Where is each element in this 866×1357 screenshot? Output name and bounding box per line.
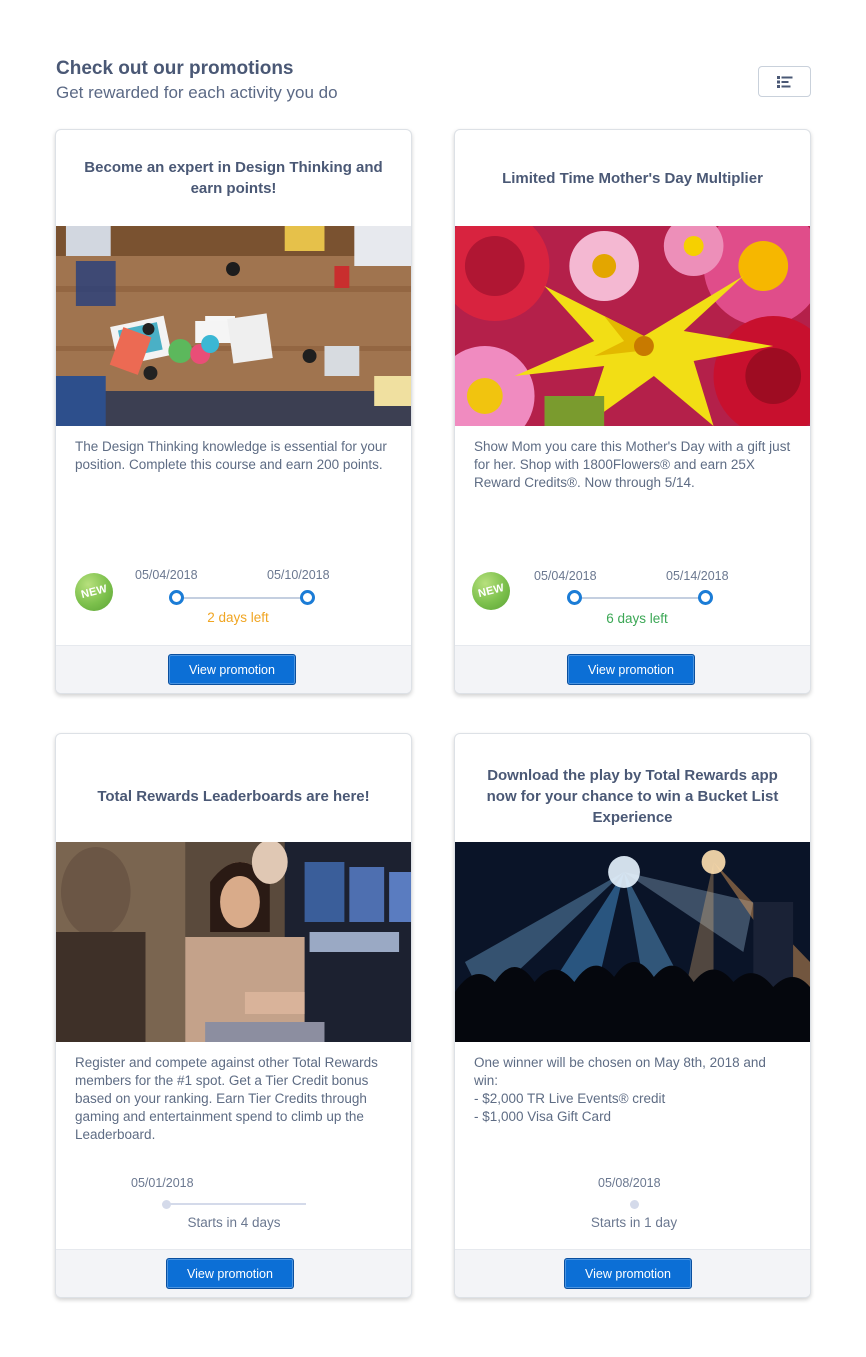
page-subtitle: Get rewarded for each activity you do — [56, 83, 338, 102]
status-text: Starts in 1 day — [590, 1215, 678, 1230]
timeline-start-marker — [162, 1200, 171, 1209]
status-text: 6 days left — [606, 611, 668, 626]
page-title: Check out our promotions — [56, 58, 294, 79]
start-date: 05/08/2018 — [598, 1176, 661, 1190]
casino-players-photo — [56, 842, 411, 1042]
end-date: 05/10/2018 — [267, 568, 330, 582]
view-promotion-button[interactable]: View promotion — [567, 654, 695, 685]
promotion-description: Register and compete against other Total… — [75, 1055, 378, 1142]
timeline-start-marker — [630, 1200, 639, 1209]
start-date: 05/04/2018 — [534, 569, 597, 583]
card-footer: View promotion — [455, 1249, 810, 1297]
status-text: 2 days left — [207, 610, 269, 625]
view-promotion-button[interactable]: View promotion — [564, 1258, 692, 1289]
timeline-track — [575, 597, 706, 599]
flowers-photo — [455, 226, 810, 426]
concert-crowd-photo — [455, 842, 810, 1042]
promotion-description: One winner will be chosen on May 8th, 20… — [474, 1055, 766, 1124]
promotion-card-leaderboards: Total Rewards Leaderboards are here! Reg… — [55, 733, 412, 1298]
timeline-start-marker — [169, 590, 184, 605]
view-promotion-button[interactable]: View promotion — [166, 1258, 294, 1289]
status-text: Starts in 4 days — [187, 1215, 281, 1230]
timeline-track — [166, 1203, 306, 1205]
promotion-card-mothers-day: Limited Time Mother's Day Multiplier Sho… — [454, 129, 811, 694]
new-badge: NEW — [75, 573, 113, 611]
promotion-title: Download the play by Total Rewards app n… — [486, 766, 779, 826]
timeline-end-marker — [698, 590, 713, 605]
view-promotion-button[interactable]: View promotion — [168, 654, 296, 685]
start-date: 05/04/2018 — [135, 568, 198, 582]
list-view-icon — [776, 75, 792, 88]
view-toggle-button[interactable] — [758, 66, 811, 97]
promotion-title: Limited Time Mother's Day Multiplier — [502, 169, 763, 187]
promotion-description: Show Mom you care this Mother's Day with… — [474, 439, 791, 490]
promotion-title: Total Rewards Leaderboards are here! — [97, 787, 370, 805]
end-date: 05/14/2018 — [666, 569, 729, 583]
page-header: Check out our promotions Get rewarded fo… — [56, 58, 338, 104]
card-footer: View promotion — [56, 1249, 411, 1297]
start-date: 05/01/2018 — [131, 1176, 194, 1190]
timeline-start-marker — [567, 590, 582, 605]
new-badge: NEW — [472, 572, 510, 610]
card-footer: View promotion — [56, 645, 411, 693]
design-thinking-photo — [56, 226, 411, 426]
promotion-card-design-thinking: Become an expert in Design Thinking and … — [55, 129, 412, 694]
timeline-end-marker — [300, 590, 315, 605]
promotion-title: Become an expert in Design Thinking and … — [84, 159, 383, 197]
promotion-card-bucket-list: Download the play by Total Rewards app n… — [454, 733, 811, 1298]
card-footer: View promotion — [455, 645, 810, 693]
promotion-description: The Design Thinking knowledge is essenti… — [75, 439, 387, 472]
timeline-track — [177, 597, 308, 599]
